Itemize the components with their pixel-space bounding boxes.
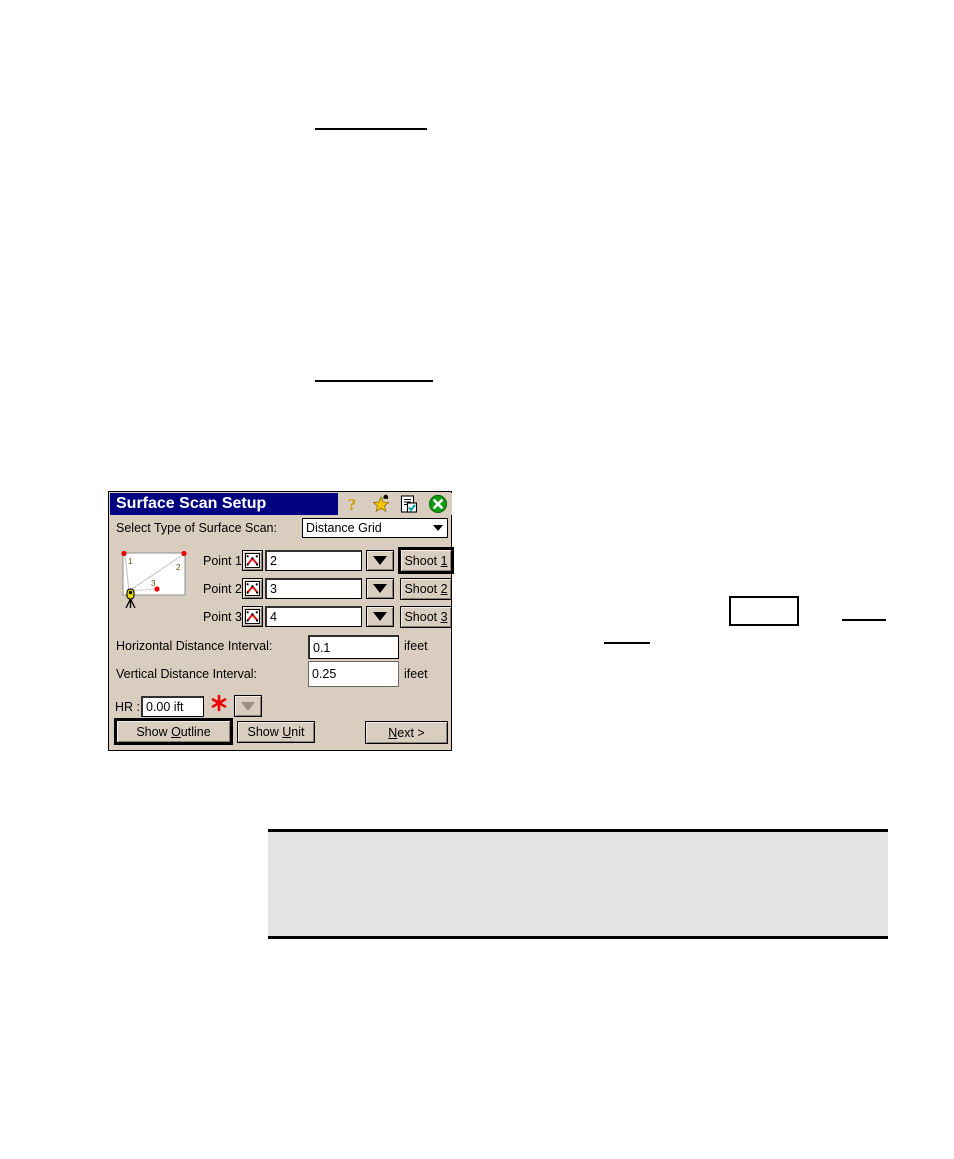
surface-scan-setup-dialog: Surface Scan Setup ? Select Type of Surf…	[108, 491, 454, 751]
blank-callout-box	[729, 596, 799, 626]
point-cloud-icon	[245, 553, 260, 568]
shoot-2-label: Shoot 2	[404, 582, 448, 596]
point-2-dropdown-button[interactable]	[366, 578, 394, 599]
chevron-down-icon	[241, 701, 255, 711]
task-list-icon[interactable]	[399, 494, 419, 514]
show-unit-button[interactable]: Show Unit	[237, 721, 315, 743]
note-block	[268, 829, 888, 939]
scan-type-label: Select Type of Surface Scan:	[116, 521, 277, 535]
required-asterisk-icon	[209, 693, 229, 718]
point-3-value: 4	[270, 610, 277, 624]
next-button[interactable]: Next >	[365, 721, 448, 744]
point-3-picker-button[interactable]	[242, 606, 263, 627]
horizontal-interval-input[interactable]: 0.1	[308, 635, 399, 659]
titlebar-icon-group: ?	[338, 493, 452, 515]
horizontal-interval-value: 0.1	[313, 640, 331, 655]
mid-rule	[315, 380, 433, 382]
scan-type-value: Distance Grid	[306, 521, 382, 535]
shoot-3-label: Shoot 3	[404, 610, 448, 624]
show-outline-button[interactable]: Show Outline	[114, 718, 233, 745]
surface-outline-preview[interactable]: 1 2 3	[115, 545, 193, 613]
hr-dropdown-button[interactable]	[234, 695, 262, 717]
shoot-3-button[interactable]: Shoot 3	[400, 606, 452, 628]
point-2-label: Point 2:	[203, 582, 246, 596]
vertical-interval-unit: ifeet	[404, 667, 428, 681]
shoot-1-button[interactable]: Shoot 1	[398, 547, 454, 574]
svg-text:2: 2	[176, 563, 181, 572]
hr-input[interactable]: 0.00 ift	[141, 696, 204, 717]
total-station-icon	[125, 588, 136, 609]
hr-value: 0.00 ift	[146, 700, 184, 714]
horizontal-interval-unit: ifeet	[404, 639, 428, 653]
svg-text:?: ?	[348, 495, 357, 514]
scan-type-combobox[interactable]: Distance Grid	[302, 518, 448, 538]
chevron-down-icon	[373, 584, 387, 593]
vertical-interval-input[interactable]: 0.25	[308, 661, 399, 687]
point-2-input[interactable]: 3	[265, 578, 362, 599]
point-2-picker-button[interactable]	[242, 578, 263, 599]
shoot-1-label: Shoot 1	[404, 553, 448, 568]
chevron-down-icon	[373, 556, 387, 565]
point-1-value: 2	[270, 554, 277, 568]
point-2-value: 3	[270, 582, 277, 596]
vertical-interval-label: Vertical Distance Interval:	[116, 667, 258, 681]
top-rule	[315, 128, 427, 130]
dialog-title: Surface Scan Setup	[116, 495, 267, 512]
point-3-label: Point 3:	[203, 610, 246, 624]
favorites-star-icon[interactable]	[371, 494, 391, 514]
point-3-input[interactable]: 4	[265, 606, 362, 627]
close-icon[interactable]	[428, 494, 448, 514]
right-short-rule	[842, 619, 886, 621]
point-1-label: Point 1:	[203, 554, 246, 568]
point-1-dropdown-button[interactable]	[366, 550, 394, 571]
point-3-dropdown-button[interactable]	[366, 606, 394, 627]
show-unit-label: Show Unit	[247, 725, 305, 739]
next-label: Next >	[388, 725, 425, 740]
point-1-input[interactable]: 2	[265, 550, 362, 571]
show-outline-label: Show Outline	[136, 724, 211, 739]
shoot-2-button[interactable]: Shoot 2	[400, 578, 452, 600]
chevron-down-icon	[433, 525, 443, 531]
left-short-rule	[604, 642, 650, 644]
vertical-interval-value: 0.25	[312, 667, 337, 681]
point-cloud-icon	[245, 609, 260, 624]
help-icon[interactable]: ?	[342, 494, 362, 514]
chevron-down-icon	[373, 612, 387, 621]
hr-label: HR :	[115, 700, 140, 714]
point-cloud-icon	[245, 581, 260, 596]
dialog-body: Select Type of Surface Scan: Distance Gr…	[110, 515, 454, 751]
svg-text:3: 3	[151, 579, 156, 588]
point-1-picker-button[interactable]	[242, 550, 263, 571]
dialog-titlebar: Surface Scan Setup ?	[110, 493, 452, 515]
svg-text:1: 1	[128, 557, 133, 566]
horizontal-interval-label: Horizontal Distance Interval:	[116, 639, 273, 653]
